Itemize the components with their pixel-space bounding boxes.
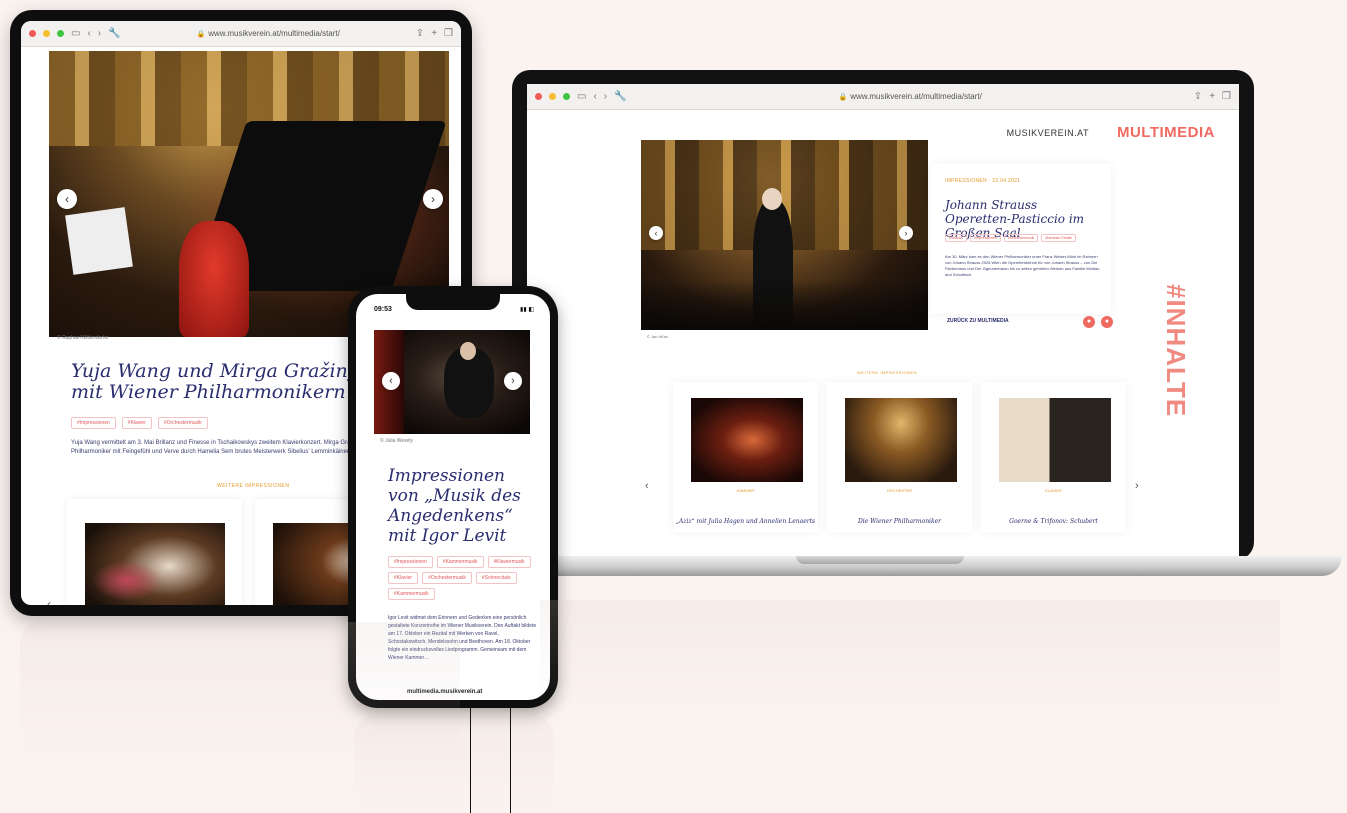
address-bar[interactable]: 🔒 www.musikverein.at/multimedia/start/ — [128, 29, 409, 38]
tag[interactable]: #Strauss — [945, 234, 967, 242]
card-category: KLAVIER — [1045, 488, 1062, 493]
carousel-prev-icon[interactable]: ‹ — [47, 597, 51, 605]
tag[interactable]: #Orchestermusik — [157, 417, 208, 429]
tag[interactable]: #Klaviermusik — [487, 556, 531, 568]
related-card[interactable]: KAMMER „Aziz“ mit Julia Hagen und Anneli… — [673, 382, 818, 532]
sidebar-icon[interactable]: ▭ — [71, 28, 80, 39]
laptop-device: ▭ ‹ › 🔧 🔒 www.musikverein.at/multimedia/s… — [512, 70, 1254, 560]
article-title: Impressionen von „Musik des Angedenkens“… — [388, 466, 521, 546]
section-label: Weitere Impressionen — [857, 370, 918, 375]
photo-credit: © Jan Wüst — [647, 334, 668, 339]
laptop-reflection — [540, 600, 1280, 710]
card-image — [691, 398, 803, 482]
related-card[interactable]: ORCHESTER Die Wiener Philharmoniker — [827, 382, 972, 532]
share-icon[interactable]: ⇪ — [416, 28, 424, 39]
card-image — [845, 398, 957, 482]
carousel-prev-button[interactable]: ‹ — [382, 372, 400, 390]
forward-icon[interactable]: › — [98, 28, 101, 39]
carousel-next-button[interactable]: › — [423, 189, 443, 209]
close-window-button[interactable] — [29, 30, 36, 37]
address-bar[interactable]: 🔒 www.musikverein.at/multimedia/start/ — [634, 92, 1187, 101]
new-tab-icon[interactable]: + — [1209, 91, 1215, 102]
back-to-multimedia-link[interactable]: ZURÜCK ZU MULTIMEDIA — [947, 318, 1009, 324]
tag[interactable]: #Klavier — [388, 572, 419, 584]
card-image — [999, 398, 1111, 482]
related-card[interactable]: KLAVIER Goerne & Trifonov: Schubert — [981, 382, 1126, 532]
more-circle-icon[interactable]: ● — [1101, 316, 1113, 328]
article-info-panel: IMPRESSIONEN · 22.04.2021 Johann Strauss… — [931, 164, 1111, 314]
status-time: 09:53 — [374, 306, 392, 313]
extension-icon[interactable]: 🔧 — [108, 28, 120, 39]
url-text: www.musikverein.at/multimedia/start/ — [850, 92, 982, 101]
tablet-browser-toolbar: ▭ ‹ › 🔧 🔒 www.musikverein.at/multimedia/s… — [21, 21, 461, 47]
tag[interactable]: #Impressionen — [388, 556, 433, 568]
tag[interactable]: #Orchestermusik — [422, 572, 472, 584]
section-label: Weitere Impressionen — [217, 483, 290, 489]
laptop-browser-toolbar: ▭ ‹ › 🔧 🔒 www.musikverein.at/multimedia/s… — [527, 84, 1239, 110]
card-image — [85, 523, 225, 605]
lock-icon: 🔒 — [196, 31, 206, 38]
extension-icon[interactable]: 🔧 — [614, 91, 626, 102]
maximize-window-button[interactable] — [57, 30, 64, 37]
tag[interactable]: #Kammermusik — [388, 588, 435, 600]
card-title: Goerne & Trifonov: Schubert — [1009, 518, 1098, 525]
carousel-prev-button[interactable]: ‹ — [57, 189, 77, 209]
article-body: Am 30. März kam es den Wiener Philharmon… — [945, 254, 1100, 277]
tag-list: #Strauss #Impressionen #Orchestermusik #… — [945, 234, 1076, 242]
sidebar-icon[interactable]: ▭ — [577, 91, 586, 102]
tag-list: #Impressionen #Kammermusik #Klaviermusik… — [388, 556, 538, 600]
photo-credit: © Julia Wesely — [380, 438, 414, 444]
tag[interactable]: #Solorecitals — [475, 572, 517, 584]
laptop-screen: ▭ ‹ › 🔧 🔒 www.musikverein.at/multimedia/s… — [527, 84, 1239, 560]
carousel-prev-button[interactable]: ‹ — [649, 226, 663, 240]
tag[interactable]: #Orchestermusik — [1003, 234, 1039, 242]
close-window-button[interactable] — [535, 93, 542, 100]
cards-prev-icon[interactable]: ‹ — [645, 480, 649, 492]
phone-notch — [406, 294, 500, 310]
lock-icon: 🔒 — [838, 94, 848, 101]
card-title: „Aziz“ mit Julia Hagen und Annelien Lena… — [675, 518, 816, 525]
maximize-window-button[interactable] — [563, 93, 570, 100]
back-icon[interactable]: ‹ — [87, 28, 90, 39]
minimize-window-button[interactable] — [549, 93, 556, 100]
share-circle-icon[interactable]: ● — [1083, 316, 1095, 328]
cable-line — [470, 708, 471, 813]
card-category: ORCHESTER — [886, 488, 913, 493]
tag[interactable]: #Klavier — [121, 417, 152, 429]
cable-line — [510, 708, 511, 813]
phone-reflection — [354, 712, 554, 812]
tag-list: #Impressionen #Klavier #Orchestermusik — [71, 417, 208, 429]
tag[interactable]: #Neueste Details — [1041, 234, 1076, 242]
new-tab-icon[interactable]: + — [431, 28, 437, 39]
card-title: Die Wiener Philharmoniker — [857, 518, 942, 525]
inhalte-label: #INHALTE — [1161, 284, 1191, 418]
minimize-window-button[interactable] — [43, 30, 50, 37]
hero-image — [641, 140, 928, 330]
section-heading[interactable]: MULTIMEDIA — [1117, 124, 1215, 141]
back-icon[interactable]: ‹ — [593, 91, 596, 102]
related-card[interactable] — [67, 499, 242, 605]
tabs-overview-icon[interactable]: ❐ — [444, 28, 453, 39]
site-brand[interactable]: MUSIKVEREIN.AT — [1007, 128, 1089, 138]
carousel-next-button[interactable]: › — [899, 226, 913, 240]
tabs-overview-icon[interactable]: ❐ — [1222, 91, 1231, 102]
tag[interactable]: #Impressionen — [71, 417, 116, 429]
laptop-base — [476, 556, 1342, 576]
cards-next-icon[interactable]: › — [1135, 480, 1139, 492]
share-icon[interactable]: ⇪ — [1194, 91, 1202, 102]
card-category: KAMMER — [736, 488, 755, 493]
article-meta: IMPRESSIONEN · 22.04.2021 — [945, 178, 1021, 184]
tag[interactable]: #Impressionen — [969, 234, 1001, 242]
battery-icon: ▮▮ ◧ — [520, 307, 534, 313]
url-text: www.musikverein.at/multimedia/start/ — [208, 29, 340, 38]
photo-credit: © Raphael Mittendorfer — [57, 335, 109, 341]
carousel-next-button[interactable]: › — [504, 372, 522, 390]
forward-icon[interactable]: › — [604, 91, 607, 102]
tag[interactable]: #Kammermusik — [436, 556, 484, 568]
